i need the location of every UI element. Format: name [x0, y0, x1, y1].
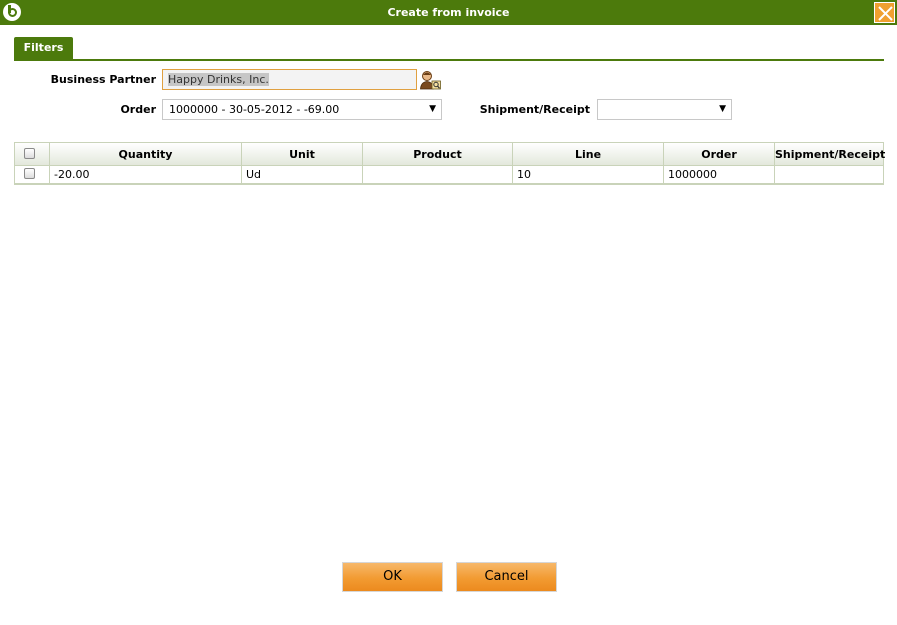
- lines-grid: Quantity Unit Product Line Order Shipmen…: [14, 142, 885, 185]
- column-header-shipment-receipt[interactable]: Shipment/Receipt: [775, 143, 885, 166]
- tab-filters[interactable]: Filters: [14, 37, 73, 60]
- business-partner-label: Business Partner: [50, 73, 156, 86]
- business-partner-input[interactable]: Happy Drinks, Inc.: [162, 69, 417, 90]
- title-bar: Create from invoice: [0, 0, 897, 25]
- window-title: Create from invoice: [387, 6, 510, 19]
- close-icon: [878, 6, 893, 21]
- business-partner-search-icon: [420, 71, 441, 90]
- shipment-receipt-select[interactable]: ▼: [597, 99, 732, 120]
- close-button[interactable]: [874, 2, 895, 23]
- column-header-unit[interactable]: Unit: [242, 143, 363, 166]
- row-checkbox[interactable]: [24, 168, 35, 179]
- order-select[interactable]: 1000000 - 30-05-2012 - -69.00 ▼: [162, 99, 442, 120]
- cell-shipment-receipt[interactable]: [775, 166, 883, 184]
- select-all-checkbox[interactable]: [24, 148, 35, 159]
- tab-divider: [14, 59, 884, 61]
- order-label: Order: [120, 103, 156, 116]
- cell-quantity[interactable]: -20.00: [50, 166, 242, 184]
- dropdown-arrow-icon: ▼: [719, 104, 726, 114]
- business-partner-value: Happy Drinks, Inc.: [168, 73, 269, 86]
- column-header-line[interactable]: Line: [513, 143, 664, 166]
- business-partner-search-button[interactable]: [419, 69, 442, 90]
- dropdown-arrow-icon: ▼: [429, 104, 436, 114]
- cell-product[interactable]: [363, 166, 513, 184]
- select-all-cell: [15, 143, 50, 166]
- cell-order[interactable]: 1000000: [664, 166, 775, 184]
- column-header-product[interactable]: Product: [363, 143, 513, 166]
- row-select-cell: [15, 166, 50, 184]
- cell-unit[interactable]: Ud: [242, 166, 363, 184]
- ok-button[interactable]: OK: [342, 562, 443, 592]
- column-header-quantity[interactable]: Quantity: [50, 143, 242, 166]
- cell-line[interactable]: 10: [513, 166, 664, 184]
- grid-header: Quantity Unit Product Line Order Shipmen…: [15, 143, 885, 166]
- cancel-button[interactable]: Cancel: [456, 562, 557, 592]
- order-select-value: 1000000 - 30-05-2012 - -69.00: [169, 103, 340, 116]
- shipment-receipt-label: Shipment/Receipt: [479, 103, 590, 116]
- column-header-order[interactable]: Order: [664, 143, 775, 166]
- table-row[interactable]: -20.00 Ud 10 1000000: [15, 166, 883, 184]
